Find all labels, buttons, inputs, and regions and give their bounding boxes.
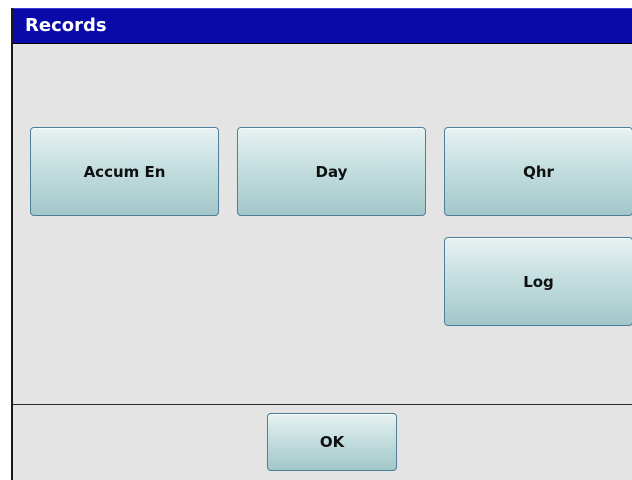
accum-en-button[interactable]: Accum En <box>30 127 219 216</box>
records-dialog: Records Accum En Day Qhr Log OK <box>11 8 632 480</box>
day-button[interactable]: Day <box>237 127 426 216</box>
title-bar: Records <box>13 8 632 44</box>
footer-divider <box>13 404 632 405</box>
dialog-title: Records <box>25 15 107 36</box>
log-button[interactable]: Log <box>444 237 632 326</box>
ok-button[interactable]: OK <box>267 413 397 471</box>
qhr-button[interactable]: Qhr <box>444 127 632 216</box>
